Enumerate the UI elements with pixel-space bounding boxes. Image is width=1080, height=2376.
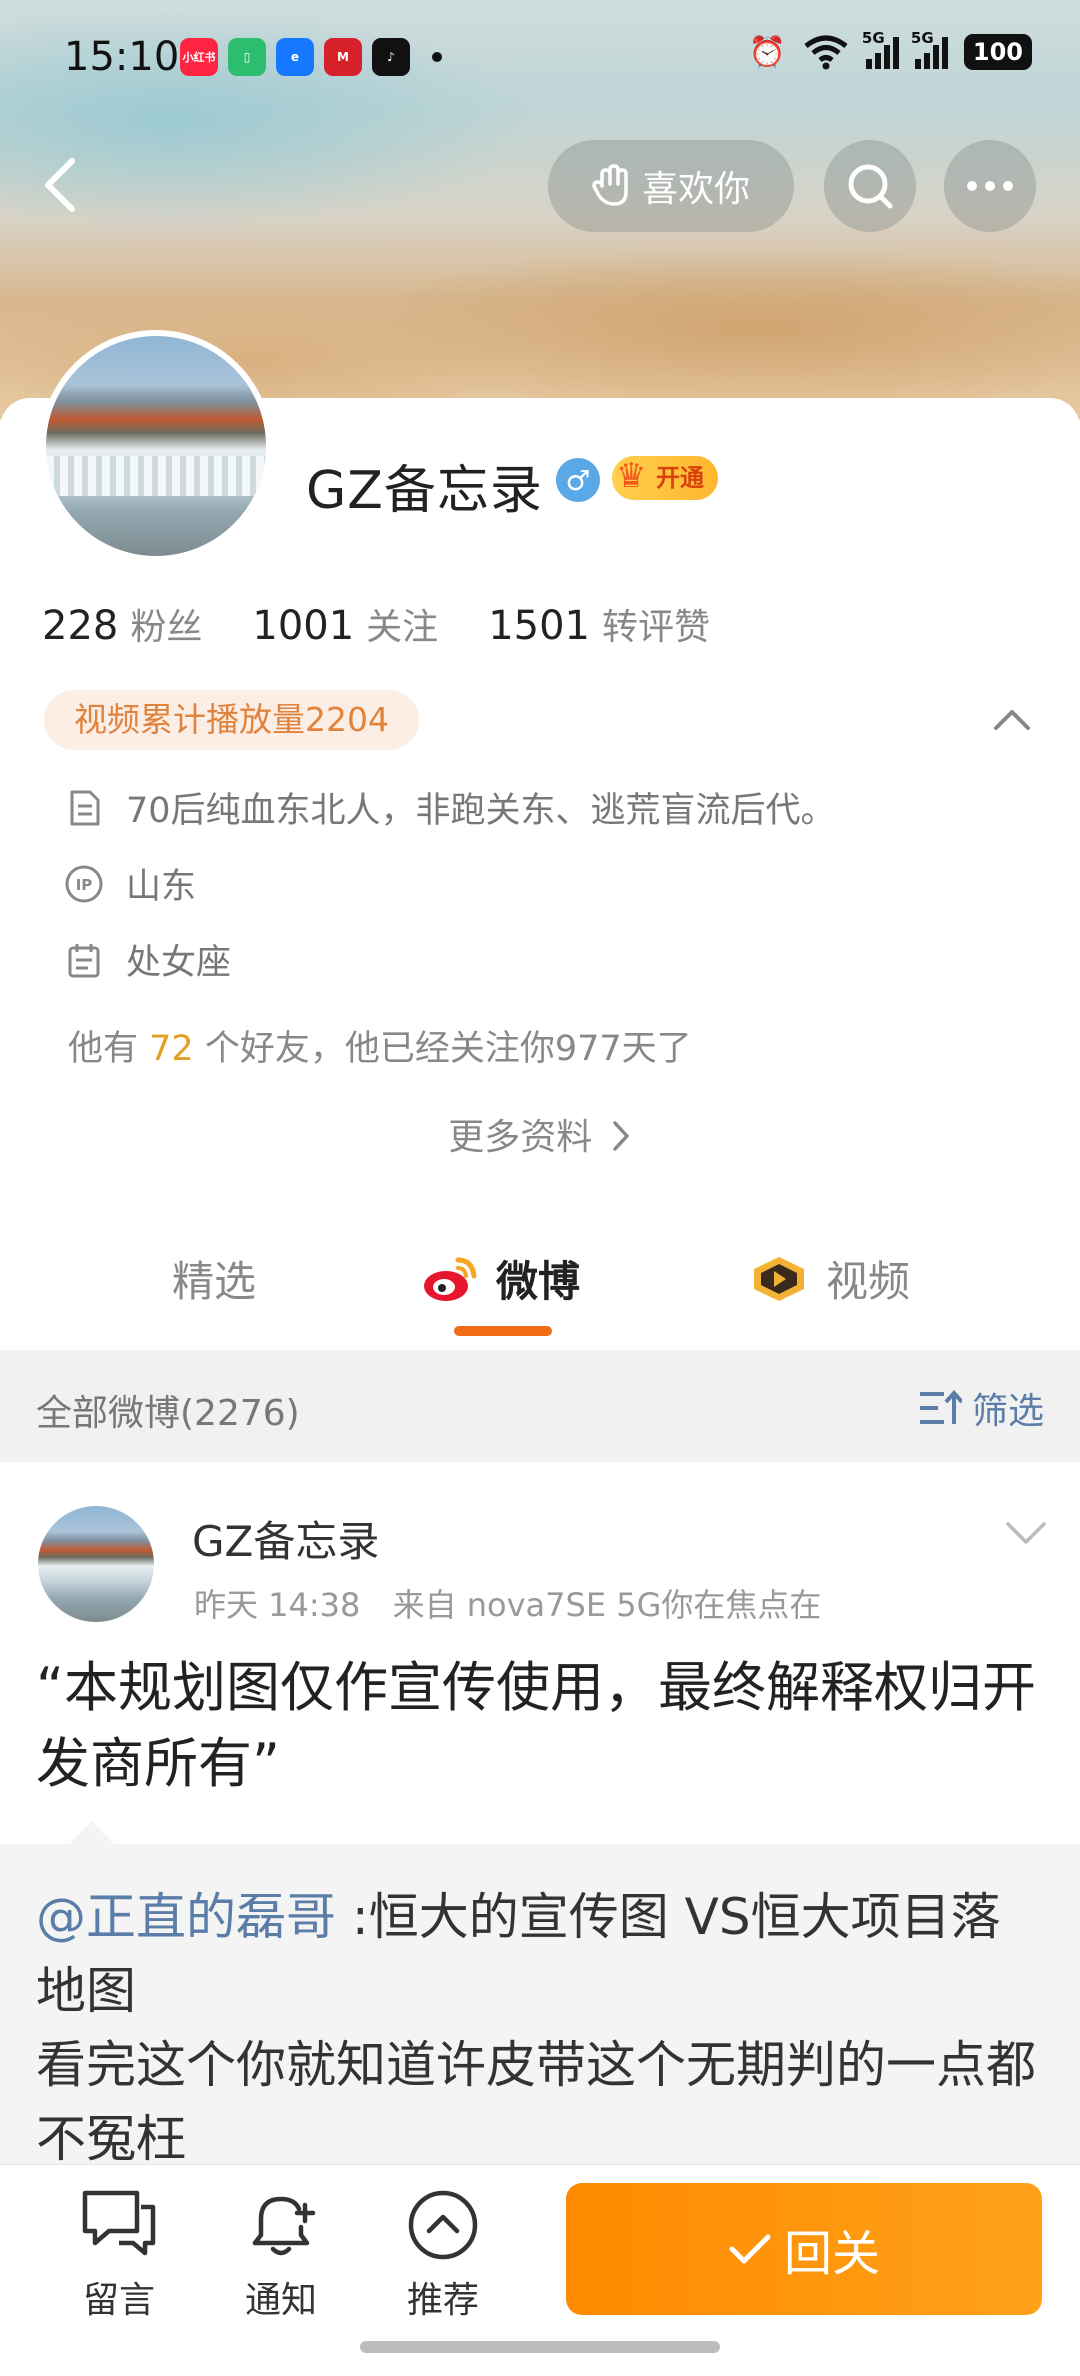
- ip-row: IP 山东: [64, 858, 196, 909]
- tiktok-icon: ♪: [372, 38, 410, 76]
- video-badge-icon: [754, 1256, 804, 1301]
- recommend-button[interactable]: 推荐: [378, 2185, 508, 2323]
- tab-featured[interactable]: 精选: [172, 1248, 256, 1309]
- signal-icon-2: 5G: [911, 29, 948, 69]
- bell-plus-icon: [252, 2196, 316, 2256]
- signal-icon-1: 5G: [862, 29, 899, 69]
- more-info-link[interactable]: 更多资料: [0, 1108, 1080, 1160]
- stat-following[interactable]: 1001 关注: [252, 598, 438, 650]
- more-dots-icon: [967, 181, 1013, 191]
- vip-open-badge[interactable]: ♛ 开通: [612, 456, 718, 500]
- alarm-icon: ⏰: [748, 34, 786, 70]
- friends-count: 72: [149, 1029, 194, 1069]
- male-gender-icon: ♂: [556, 458, 600, 502]
- profile-stats: 228 粉丝 1001 关注 1501 转评赞: [42, 598, 710, 650]
- post-time: 昨天 14:38: [194, 1586, 361, 1624]
- chevron-down-icon[interactable]: [1004, 1518, 1048, 1548]
- notification-icons: 小红书 ▯ e M ♪: [180, 38, 442, 76]
- ip-text: 山东: [126, 867, 197, 907]
- search-icon: [848, 164, 893, 209]
- document-icon: [70, 790, 100, 825]
- post-text[interactable]: “本规划图仅作宣传使用，最终解释权归开发商所有”: [36, 1650, 1046, 1802]
- battery-app-icon: ▯: [228, 38, 266, 76]
- tab-weibo[interactable]: 微博: [420, 1248, 580, 1309]
- weibo-logo-icon: [424, 1257, 477, 1301]
- mutual-friends-text[interactable]: 他有 72 个好友，他已经关注你977天了: [68, 1020, 692, 1071]
- crown-icon: ♛: [616, 456, 647, 496]
- chevron-up-circle-icon: [408, 2190, 478, 2260]
- filter-button[interactable]: 筛选: [918, 1382, 1044, 1434]
- repost-mention-link[interactable]: @正直的磊哥: [36, 1888, 336, 1946]
- sort-filter-icon: [919, 1389, 962, 1424]
- profile-name: GZ备忘录: [306, 461, 543, 521]
- all-weibo-count: 全部微博(2276): [36, 1393, 300, 1434]
- battery-icon: 100: [963, 34, 1032, 70]
- chevron-up-icon[interactable]: [990, 700, 1034, 740]
- svg-text:IP: IP: [76, 876, 93, 894]
- home-indicator[interactable]: [360, 2341, 720, 2353]
- more-options-button[interactable]: [944, 140, 1036, 232]
- zodiac-text: 处女座: [126, 943, 232, 983]
- repost-notch: [69, 1821, 115, 1867]
- post-author-name[interactable]: GZ备忘录: [192, 1508, 379, 1569]
- post-source: 来自 nova7SE 5G你在焦点在: [392, 1586, 822, 1624]
- chevron-left-icon: [45, 158, 75, 212]
- xiaohongshu-icon: 小红书: [180, 38, 218, 76]
- chat-bubbles-icon: [82, 2190, 156, 2256]
- cmb-icon: M: [324, 38, 362, 76]
- like-you-label: 喜欢你: [641, 169, 750, 210]
- more-notifications-icon: [432, 52, 442, 62]
- avatar-waterfall-image: [46, 456, 266, 496]
- system-icons: ⏰ 5G 5G 100: [748, 29, 1032, 70]
- like-you-button[interactable]: 喜欢你: [548, 140, 794, 232]
- bio-text: 70后纯血东北人，非跑关东、逃荒盲流后代。: [126, 791, 836, 831]
- search-button[interactable]: [824, 140, 916, 232]
- bio-row: 70后纯血东北人，非跑关东、逃荒盲流后代。: [64, 782, 836, 833]
- profile-tabs: 精选 微博 视频: [0, 1210, 1080, 1350]
- filter-bar: 全部微博(2276) 筛选: [0, 1350, 1080, 1462]
- follow-back-button[interactable]: 回关: [566, 2183, 1042, 2315]
- status-time: 15:10: [64, 34, 180, 80]
- stat-followers[interactable]: 228 粉丝: [42, 598, 202, 650]
- reposted-content[interactable]: @正直的磊哥 :恒大的宣传图 VS恒大项目落地图 看完这个你就知道许皮带这个无期…: [0, 1821, 1080, 2168]
- ip-location-icon: IP: [65, 865, 103, 902]
- back-button[interactable]: [30, 150, 90, 220]
- repost-text: @正直的磊哥 :恒大的宣传图 VS恒大项目落地图 看完这个你就知道许皮带这个无期…: [36, 1888, 1036, 2168]
- bottom-action-bar: 留言 通知 推荐 回关: [0, 2164, 1080, 2376]
- chevron-right-icon: [612, 1121, 629, 1151]
- stat-interactions[interactable]: 1501 转评赞: [488, 598, 710, 650]
- calendar-icon: [68, 943, 100, 977]
- edge-icon: e: [276, 38, 314, 76]
- post-author-avatar[interactable]: [38, 1506, 154, 1622]
- tab-video[interactable]: 视频: [748, 1248, 910, 1309]
- hand-wave-icon: [592, 164, 628, 206]
- post-meta: 昨天 14:38 来自 nova7SE 5G你在焦点在: [194, 1580, 821, 1626]
- active-tab-indicator: [454, 1326, 552, 1336]
- checkmark-icon: [729, 2234, 771, 2264]
- video-play-count-tag[interactable]: 视频累计播放量2204: [44, 690, 419, 750]
- wifi-icon: [804, 35, 848, 70]
- notify-button[interactable]: 通知: [216, 2185, 346, 2323]
- zodiac-row: 处女座: [64, 934, 231, 985]
- comment-button[interactable]: 留言: [54, 2185, 184, 2323]
- status-bar: 15:10 小红书 ▯ e M ♪ ⏰ 5G 5G 100: [0, 0, 1080, 118]
- avatar[interactable]: [40, 330, 272, 562]
- vip-open-label: 开通: [656, 464, 704, 492]
